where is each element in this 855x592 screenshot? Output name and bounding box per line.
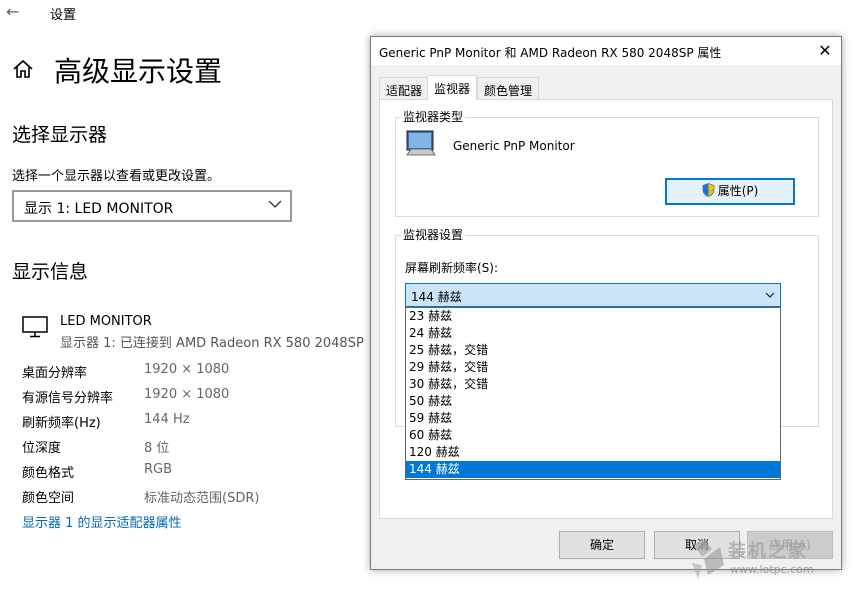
close-icon[interactable]: ✕: [815, 41, 835, 61]
watermark-logo-icon: [692, 539, 724, 579]
properties-button[interactable]: 属性(P): [665, 178, 795, 205]
properties-button-label: 属性(P): [717, 184, 759, 198]
select-display-label: 选择一个显示器以查看或更改设置。: [12, 169, 221, 184]
info-row: 刷新频率(Hz) 144 Hz: [22, 412, 322, 432]
info-row: 颜色格式 RGB: [22, 462, 322, 482]
refresh-option[interactable]: 50 赫兹: [406, 393, 780, 410]
monitor-type-name: Generic PnP Monitor: [453, 139, 575, 153]
refresh-rate-label: 屏幕刷新频率(S):: [405, 261, 499, 275]
screen: ← 设置 高级显示设置 选择显示器 选择一个显示器以查看或更改设置。 显示 1:…: [0, 0, 855, 592]
display-select-value: 显示 1: LED MONITOR: [24, 201, 174, 217]
info-key: 位深度: [22, 441, 62, 456]
chevron-down-icon: [268, 200, 282, 208]
refresh-option[interactable]: 60 赫兹: [406, 427, 780, 444]
info-value: 144 Hz: [144, 412, 190, 427]
refresh-option-selected[interactable]: 144 赫兹: [406, 461, 780, 478]
watermark: 装机之家 www.lotpc.com: [690, 535, 840, 585]
info-value: RGB: [144, 462, 173, 477]
refresh-rate-value: 144 赫兹: [411, 290, 462, 304]
info-value: 标准动态范围(SDR): [144, 491, 260, 506]
info-value: 8 位: [144, 441, 170, 456]
select-display-heading: 选择显示器: [12, 124, 108, 146]
info-key: 刷新频率(Hz): [22, 416, 101, 431]
window-title: 设置: [50, 8, 77, 23]
info-row: 有源信号分辨率 1920 × 1080: [22, 387, 322, 407]
display-select[interactable]: 显示 1: LED MONITOR: [12, 190, 292, 222]
info-value: 1920 × 1080: [144, 387, 230, 402]
info-key: 颜色空间: [22, 491, 75, 506]
info-value: 1920 × 1080: [144, 362, 230, 377]
monitor-type-label: 监视器类型: [401, 108, 466, 125]
dialog-title: Generic PnP Monitor 和 AMD Radeon RX 580 …: [379, 46, 722, 60]
info-key: 桌面分辨率: [22, 366, 88, 381]
refresh-option[interactable]: 24 赫兹: [406, 325, 780, 342]
info-row: 颜色空间 标准动态范围(SDR): [22, 487, 322, 507]
chevron-down-icon: [765, 292, 775, 298]
refresh-option[interactable]: 29 赫兹，交错: [406, 359, 780, 376]
refresh-option[interactable]: 59 赫兹: [406, 410, 780, 427]
refresh-option[interactable]: 25 赫兹，交错: [406, 342, 780, 359]
watermark-text: 装机之家: [728, 541, 808, 562]
back-arrow-icon[interactable]: ←: [6, 2, 19, 21]
refresh-rate-dropdown: 23 赫兹 24 赫兹 25 赫兹，交错 29 赫兹，交错 30 赫兹，交错 5…: [405, 307, 781, 480]
tab-color-management[interactable]: 颜色管理: [477, 77, 540, 99]
refresh-option[interactable]: 23 赫兹: [406, 308, 780, 325]
refresh-option[interactable]: 30 赫兹，交错: [406, 376, 780, 393]
tab-monitor[interactable]: 监视器: [427, 75, 478, 100]
info-key: 颜色格式: [22, 466, 75, 481]
properties-dialog: Generic PnP Monitor 和 AMD Radeon RX 580 …: [370, 36, 842, 570]
display-info-heading: 显示信息: [12, 261, 89, 283]
refresh-option[interactable]: 120 赫兹: [406, 444, 780, 461]
refresh-rate-select[interactable]: 144 赫兹: [405, 283, 781, 307]
tab-adapter[interactable]: 适配器: [379, 77, 430, 99]
monitor-connection: 显示器 1: 已连接到 AMD Radeon RX 580 2048SP: [60, 336, 364, 351]
info-row: 位深度 8 位: [22, 437, 322, 457]
watermark-url: www.lotpc.com: [730, 563, 814, 576]
monitor-icon: [22, 316, 48, 338]
dialog-titlebar: Generic PnP Monitor 和 AMD Radeon RX 580 …: [371, 37, 841, 65]
ok-button[interactable]: 确定: [559, 531, 645, 559]
monitor-device-icon: [406, 130, 436, 156]
home-icon: [13, 59, 33, 78]
adapter-properties-link[interactable]: 显示器 1 的显示适配器属性: [22, 512, 182, 531]
monitor-name: LED MONITOR: [60, 314, 152, 329]
page-title: 高级显示设置: [54, 55, 223, 88]
shield-icon: [702, 183, 714, 197]
info-row: 桌面分辨率 1920 × 1080: [22, 362, 322, 382]
monitor-settings-label: 监视器设置: [401, 226, 466, 243]
info-key: 有源信号分辨率: [22, 391, 114, 406]
